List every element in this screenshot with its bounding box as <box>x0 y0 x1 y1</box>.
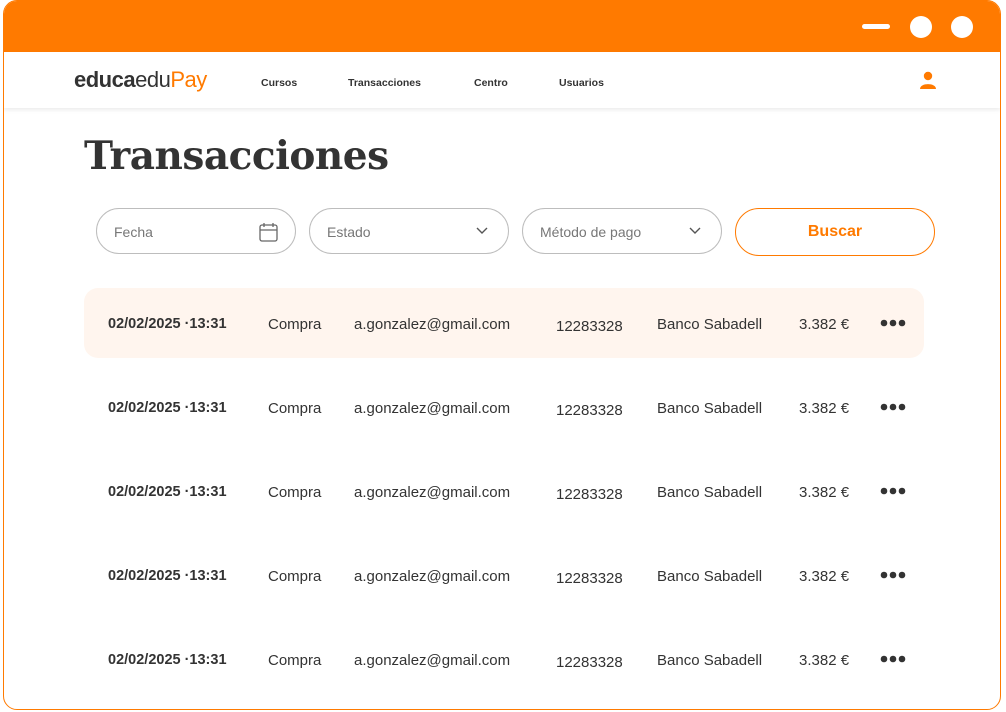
chevron-down-icon <box>476 227 488 234</box>
transaction-type: Compra <box>268 316 322 333</box>
transaction-type: Compra <box>268 400 322 417</box>
transaction-row[interactable]: 02/02/2025 ·13:31 Compra a.gonzalez@gmai… <box>84 372 924 442</box>
transaction-row[interactable]: 02/02/2025 ·13:31 Compra a.gonzalez@gmai… <box>84 540 924 610</box>
transaction-email: a.gonzalez@gmail.com <box>354 568 511 585</box>
transaction-email: a.gonzalez@gmail.com <box>354 316 511 333</box>
more-horizontal-icon[interactable] <box>880 570 906 580</box>
date-filter-input[interactable]: Fecha <box>96 208 296 254</box>
user-icon[interactable] <box>919 71 937 89</box>
nav-item-cursos[interactable]: Cursos <box>261 77 297 89</box>
transaction-reference: 12283328 <box>556 486 623 503</box>
transaction-row[interactable]: 02/02/2025 ·13:31 Compra a.gonzalez@gmai… <box>84 456 924 526</box>
nav-item-centro[interactable]: Centro <box>474 77 508 89</box>
top-navbar: educaeduPay Cursos Transacciones Centro … <box>4 52 1000 108</box>
transaction-type: Compra <box>268 568 322 585</box>
transaction-bank: Banco Sabadell <box>657 484 763 501</box>
transaction-date: 02/02/2025 ·13:31 <box>108 568 227 584</box>
transaction-date: 02/02/2025 ·13:31 <box>108 652 227 668</box>
app-window: educaeduPay Cursos Transacciones Centro … <box>3 0 1001 710</box>
transaction-reference: 12283328 <box>556 654 623 671</box>
transaction-amount: 3.382 € <box>799 400 850 417</box>
more-horizontal-icon[interactable] <box>880 486 906 496</box>
title-bar <box>4 1 1000 52</box>
more-horizontal-icon[interactable] <box>880 318 906 328</box>
transaction-bank: Banco Sabadell <box>657 316 763 333</box>
transaction-reference: 12283328 <box>556 570 623 587</box>
transaction-date: 02/02/2025 ·13:31 <box>108 316 227 332</box>
transaction-email: a.gonzalez@gmail.com <box>354 484 511 501</box>
date-filter-placeholder: Fecha <box>114 224 153 240</box>
nav-item-transacciones[interactable]: Transacciones <box>348 77 421 89</box>
transaction-bank: Banco Sabadell <box>657 652 763 669</box>
status-filter-select[interactable]: Estado <box>309 208 509 254</box>
status-filter-placeholder: Estado <box>327 224 371 240</box>
chevron-down-icon <box>689 227 701 234</box>
transaction-type: Compra <box>268 484 322 501</box>
search-button[interactable]: Buscar <box>735 208 935 256</box>
transaction-amount: 3.382 € <box>799 316 850 333</box>
close-button[interactable] <box>951 16 973 38</box>
transaction-reference: 12283328 <box>556 402 623 419</box>
maximize-button[interactable] <box>910 16 932 38</box>
transaction-bank: Banco Sabadell <box>657 400 763 417</box>
nav-item-usuarios[interactable]: Usuarios <box>559 77 604 89</box>
transaction-date: 02/02/2025 ·13:31 <box>108 484 227 500</box>
transaction-amount: 3.382 € <box>799 652 850 669</box>
more-horizontal-icon[interactable] <box>880 654 906 664</box>
payment-method-filter-placeholder: Método de pago <box>540 224 642 240</box>
minimize-button[interactable] <box>862 24 890 29</box>
transaction-type: Compra <box>268 652 322 669</box>
transaction-bank: Banco Sabadell <box>657 568 763 585</box>
transaction-row[interactable]: 02/02/2025 ·13:31 Compra a.gonzalez@gmai… <box>84 288 924 358</box>
more-horizontal-icon[interactable] <box>880 402 906 412</box>
transaction-amount: 3.382 € <box>799 484 850 501</box>
transaction-date: 02/02/2025 ·13:31 <box>108 400 227 416</box>
brand-logo[interactable]: educaeduPay <box>74 67 207 93</box>
transaction-email: a.gonzalez@gmail.com <box>354 652 511 669</box>
transaction-reference: 12283328 <box>556 318 623 335</box>
transaction-row[interactable]: 02/02/2025 ·13:31 Compra a.gonzalez@gmai… <box>84 624 924 694</box>
transaction-amount: 3.382 € <box>799 568 850 585</box>
payment-method-filter-select[interactable]: Método de pago <box>522 208 722 254</box>
transaction-email: a.gonzalez@gmail.com <box>354 400 511 417</box>
page-title: Transacciones <box>84 133 389 179</box>
calendar-icon[interactable] <box>259 222 278 242</box>
